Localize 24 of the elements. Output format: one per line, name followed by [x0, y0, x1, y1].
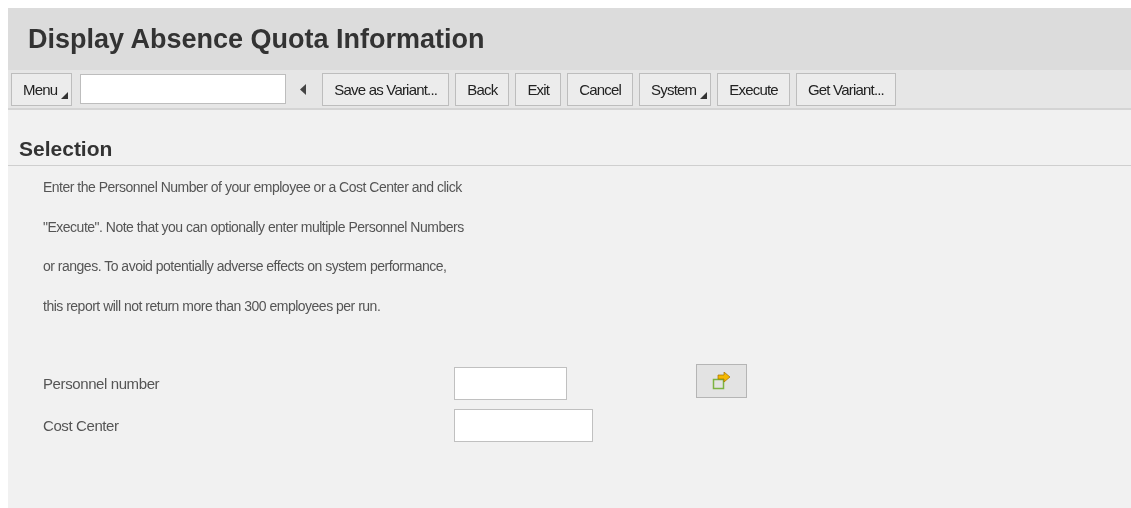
instruction-text: "Execute". Note that you can optionally enter multiple Personnel Numbers — [43, 218, 464, 235]
toolbar-button[interactable]: Back — [455, 72, 510, 106]
multiple-selection-button[interactable] — [696, 364, 747, 398]
input-field[interactable] — [454, 367, 567, 400]
toolbar-button[interactable]: Get Variant... — [795, 72, 896, 106]
left-arrow-icon[interactable] — [300, 83, 307, 95]
toolbar-button[interactable]: Execute — [717, 72, 790, 106]
section-header: Selection — [8, 132, 1131, 166]
input-field[interactable] — [454, 409, 593, 442]
menu-button[interactable]: System — [639, 72, 712, 106]
menu-button[interactable]: Menu — [11, 72, 73, 106]
field-label: Personnel number — [43, 374, 160, 392]
toolbar-button[interactable]: Cancel — [567, 72, 634, 106]
instruction-text: or ranges. To avoid potentially adverse effects on system performance, — [43, 258, 447, 274]
toolbar-button[interactable]: Save as Variant... — [322, 72, 450, 106]
toolbar-button[interactable]: Exit — [515, 72, 562, 106]
dropdown-icon — [700, 91, 708, 99]
window-title: Display Absence Quota Information — [28, 23, 485, 55]
command-field[interactable] — [80, 74, 287, 104]
arrow-box-icon — [711, 372, 732, 390]
field-label: Cost Center — [43, 416, 119, 434]
instruction-text: this report will not return more than 300 employees per run. — [43, 297, 381, 314]
dropdown-icon — [61, 91, 69, 99]
instruction-text: Enter the Personnel Number of your employee or a Cost Center and click — [43, 179, 462, 195]
